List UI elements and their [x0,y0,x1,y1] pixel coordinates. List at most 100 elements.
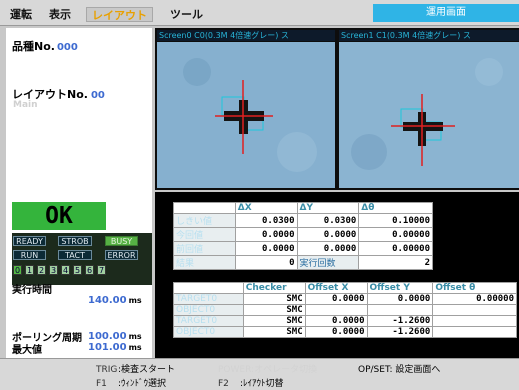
threshold-header-dy: ΔY [296,202,360,214]
cell-dtheta: 0.00000 [358,241,433,256]
object-label: OBJECT0 [173,326,244,338]
f2-text: :ﾚｲｱｳﾄ切替 [240,379,284,389]
camera0-texture [183,58,211,86]
cell-dtheta: 0.00000 [358,227,433,242]
table-row: しきい値 0.0300 0.0300 0.10000 [173,213,433,228]
camera0-image [157,42,335,188]
footer-trig: TRIG:検査スタート [96,362,175,375]
max-value: 101.00 ms [88,342,142,353]
polling-unit: ms [128,332,142,341]
offset-x-cell: 0.0000 [304,315,368,327]
f2-key: F2 [218,379,229,389]
offset-x-cell [304,304,368,316]
camera1-header: Screen1 C1(0.3M 4倍速グレー) ス [339,30,519,41]
camera1-texture-2 [475,58,503,86]
tact-indicator: TACT [58,250,92,260]
offset-header-x: Offset X [304,282,368,294]
row-label: 今回値 [173,227,236,242]
run-indicator: RUN [13,250,46,260]
footer-f1: F1 :ｳｨﾝﾄﾞｳ選択 [96,376,166,389]
offset-theta-cell: 0.00000 [432,293,517,305]
f1-text: :ｳｨﾝﾄﾞｳ選択 [118,379,167,389]
trig-text: :検査スタート [118,365,176,375]
table-row: 前回値 0.0000 0.0000 0.00000 [173,241,433,256]
camera0-texture-2 [277,132,317,172]
exec-time-value: 140.00 ms [88,295,142,306]
menu-layout[interactable]: レイアウト [86,7,153,22]
camera1-texture [351,134,387,170]
indicator-3: 3 [49,265,58,275]
checker-cell: SMC [242,293,306,305]
indicator-7: 7 [97,265,106,275]
row-label: 前回値 [173,241,236,256]
trig-key: TRIG [96,365,118,375]
cell-dy: 0.0300 [296,213,360,228]
offset-table: Checker Offset X Offset Y Offset θ TARGE… [173,282,517,338]
exec-time-unit: ms [128,296,142,305]
checker-cell: SMC [242,326,306,338]
max-label: 最大値 [12,345,42,356]
checker-cell: SMC [242,315,306,327]
row-label: しきい値 [173,213,236,228]
indicator-4: 4 [61,265,70,275]
offset-x-cell: 0.0000 [304,326,368,338]
layout-name: Main [13,100,38,110]
product-label: 品種No. 000 [12,38,78,54]
strob-indicator: STROB [58,236,92,246]
footer-f2: F2 :ﾚｲｱｳﾄ切替 [218,376,284,389]
threshold-header-dtheta: Δθ [358,202,433,214]
result-label: 結果 [173,255,236,270]
indicator-0: 0 [13,265,22,275]
camera0-header: Screen0 C0(0.3M 4倍速グレー) ス [157,30,335,41]
exec-count-value: 2 [358,255,433,270]
offset-y-cell: -1.2600 [366,326,434,338]
menu-bar: 運転 表示 レイアウト ツール 運用画面 [0,0,519,26]
threshold-table: ΔX ΔY Δθ しきい値 0.0300 0.0300 0.10000 今回値 … [173,202,433,270]
object-label: OBJECT0 [173,304,244,316]
table-row: 今回値 0.0000 0.0000 0.00000 [173,227,433,242]
left-info-panel [6,28,152,358]
checker-cell: SMC [242,304,306,316]
offset-header-blank [173,282,244,294]
offset-header-y: Offset Y [366,282,434,294]
offset-x-cell: 0.0000 [304,293,368,305]
threshold-header-row: ΔX ΔY Δθ [173,202,433,214]
offset-y-cell: -1.2600 [366,315,434,327]
table-row: TARGET0 SMC 0.0000 -1.2600 [173,315,517,327]
table-row: OBJECT0 SMC [173,304,517,316]
busy-indicator: BUSY [105,236,138,246]
offset-y-cell [366,304,434,316]
cell-dx: 0.0300 [234,213,298,228]
indicator-2: 2 [37,265,46,275]
menu-display[interactable]: 表示 [46,7,74,22]
target-label: TARGET0 [173,293,244,305]
operation-screen-button[interactable]: 運用画面 [373,4,519,22]
cell-dx: 0.0000 [234,227,298,242]
menu-operation[interactable]: 運転 [7,7,35,22]
threshold-header-dx: ΔX [234,202,298,214]
exec-time-number: 140.00 [88,295,127,306]
ready-indicator: READY [13,236,46,246]
camera1-view[interactable] [339,42,519,188]
exec-time-label: 実行時間 [12,285,52,296]
cell-dy: 0.0000 [296,227,360,242]
offset-theta-cell [432,315,517,327]
camera0-view[interactable] [157,42,335,188]
result-value: 0 [234,255,298,270]
footer-opset: OP/SET: 設定画面へ [358,365,441,375]
camera1-image [339,42,519,188]
power-text: :オペレータ切換 [251,365,318,375]
table-row: OBJECT0 SMC 0.0000 -1.2600 [173,326,517,338]
menu-tools[interactable]: ツール [167,7,206,22]
threshold-header-blank [173,202,236,214]
max-number: 101.00 [88,342,127,353]
indicator-6: 6 [85,265,94,275]
table-row: 結果 0 実行回数 2 [173,255,433,270]
cell-dtheta: 0.10000 [358,213,433,228]
exec-count-label: 実行回数 [296,255,360,270]
offset-y-cell: 0.0000 [366,293,434,305]
f1-key: F1 [96,379,107,389]
offset-theta-cell [432,304,517,316]
table-row: TARGET0 SMC 0.0000 0.0000 0.00000 [173,293,517,305]
cell-dx: 0.0000 [234,241,298,256]
